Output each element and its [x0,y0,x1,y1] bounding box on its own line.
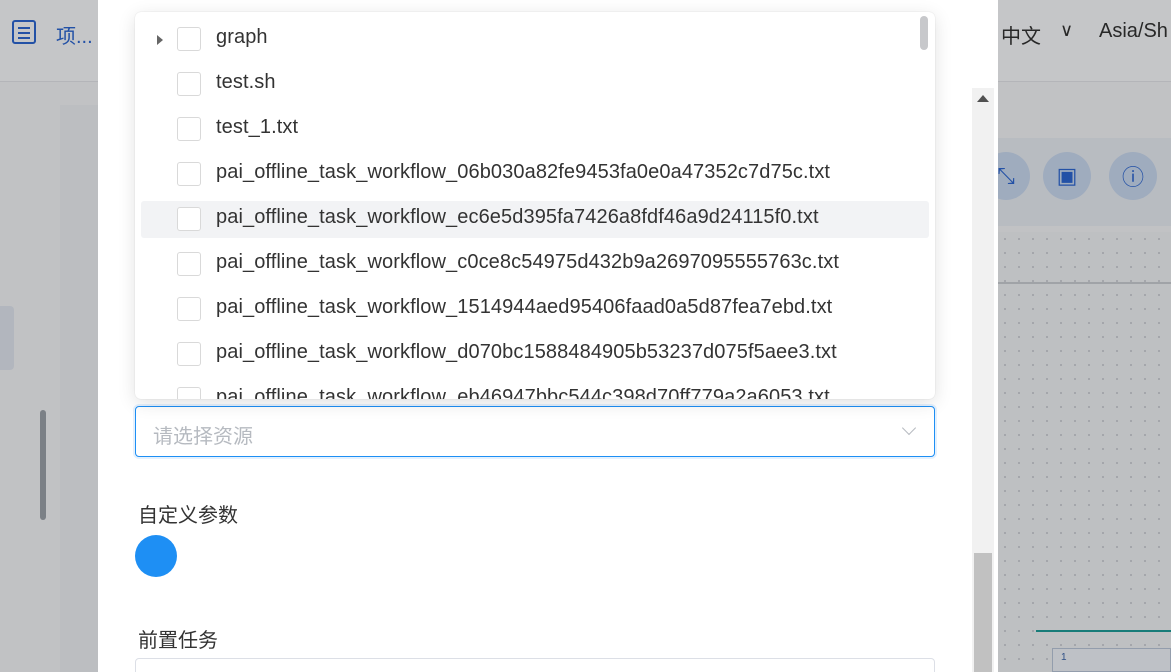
tree-item-checkbox[interactable] [177,342,201,366]
tree-item-label: test_1.txt [216,116,299,138]
scroll-up-arrow-icon[interactable] [977,95,989,102]
tree-item[interactable]: pai_offline_task_workflow_eb46947bbc544c… [141,381,929,399]
add-custom-param-button[interactable] [135,535,177,577]
tree-item-checkbox[interactable] [177,207,201,231]
tree-item-checkbox[interactable] [177,162,201,186]
tree-item-label: test.sh [216,71,276,93]
tree-item-checkbox[interactable] [177,27,201,51]
resource-tree-dropdown: graph test.sh test_1.txt pai_offline_tas… [135,12,935,399]
tree-item-label: pai_offline_task_workflow_c0ce8c54975d43… [216,251,839,273]
tree-item[interactable]: pai_offline_task_workflow_06b030a82fe945… [141,156,929,193]
chevron-down-icon[interactable] [901,420,917,436]
drawer-scrollbar-thumb[interactable] [974,553,992,672]
caret-right-icon[interactable] [157,35,163,45]
tree-item-label: pai_offline_task_workflow_06b030a82fe945… [216,161,831,183]
dropdown-scrollbar-thumb[interactable] [920,16,928,50]
tree-item-checkbox[interactable] [177,117,201,141]
pre-task-select[interactable] [135,658,935,672]
custom-params-label: 自定义参数 [138,505,238,527]
tree-item-label: graph [216,26,268,48]
pre-task-label: 前置任务 [138,630,218,652]
tree-item-checkbox[interactable] [177,252,201,276]
resource-select-placeholder: 请选择资源 [153,426,253,448]
tree-item-checkbox[interactable] [177,387,201,399]
tree-item[interactable]: test_1.txt [141,111,929,148]
tree-item-label: pai_offline_task_workflow_1514944aed9540… [216,296,833,318]
tree-item[interactable]: test.sh [141,66,929,103]
tree-item-label: pai_offline_task_workflow_eb46947bbc544c… [216,386,830,399]
tree-item-checkbox[interactable] [177,72,201,96]
tree-item[interactable]: pai_offline_task_workflow_c0ce8c54975d43… [141,246,929,283]
tree-item-label: pai_offline_task_workflow_d070bc15884849… [216,341,837,363]
tree-item-label: pai_offline_task_workflow_ec6e5d395fa742… [216,206,819,228]
tree-item[interactable]: pai_offline_task_workflow_d070bc15884849… [141,336,929,373]
tree-item[interactable]: pai_offline_task_workflow_1514944aed9540… [141,291,929,328]
resource-select[interactable]: 请选择资源 [135,406,935,457]
tree-item[interactable]: graph [141,21,929,58]
tree-item[interactable]: pai_offline_task_workflow_ec6e5d395fa742… [141,201,929,238]
tree-item-checkbox[interactable] [177,297,201,321]
